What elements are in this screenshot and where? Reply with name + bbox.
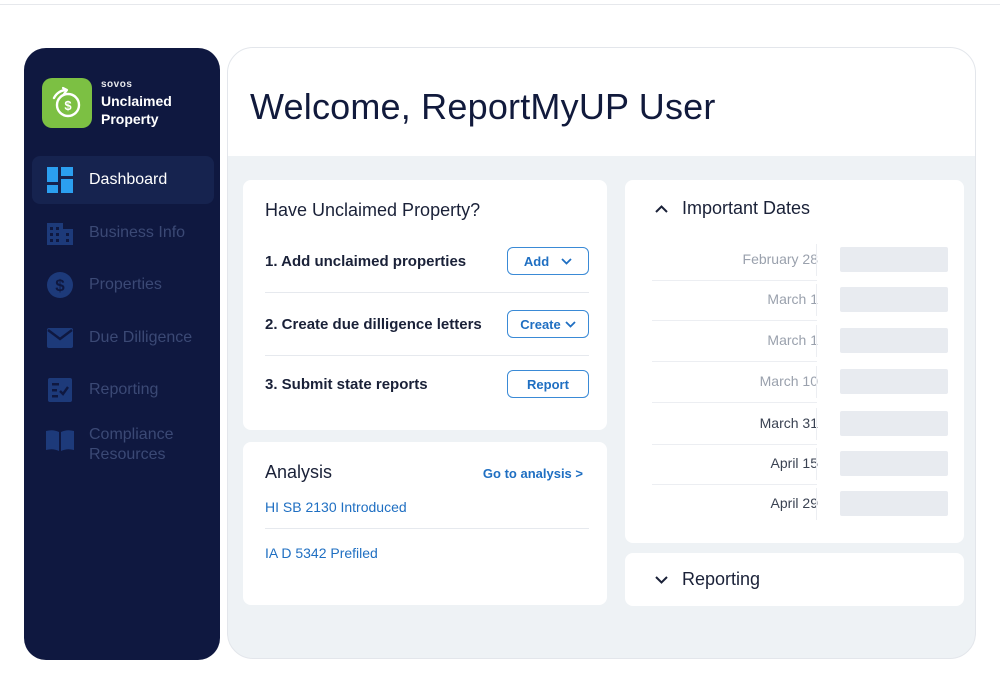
book-icon [46, 426, 74, 454]
card-title: Important Dates [682, 198, 811, 218]
date-separator [816, 244, 817, 276]
create-button[interactable]: Create [507, 310, 589, 338]
date-text: April 29 [770, 495, 818, 511]
step-add-properties: 1. Add unclaimed properties Add [265, 230, 589, 292]
sidebar: $ sovos Unclaimed Property Dashboard Bus… [24, 48, 220, 660]
date-row: March 1 [652, 321, 948, 362]
sidebar-item-compliance-resources[interactable]: Compliance Resources [32, 419, 214, 481]
reporting-card: Reporting [625, 553, 964, 606]
date-separator [816, 408, 817, 440]
analysis-link[interactable]: HI SB 2130 Introduced [265, 499, 407, 515]
date-text: March 1 [767, 291, 818, 307]
brand-company: sovos [101, 78, 133, 90]
important-dates-toggle[interactable]: Important Dates [655, 198, 810, 219]
sidebar-item-business-info[interactable]: Business Info [32, 209, 214, 257]
create-button-label: Create [520, 316, 561, 332]
date-row: March 31 [652, 404, 948, 445]
date-placeholder-bar [840, 411, 948, 436]
date-row: April 15 [652, 444, 948, 485]
svg-text:$: $ [55, 276, 65, 295]
card-title: Reporting [682, 569, 761, 589]
brand-product: Unclaimed Property [101, 92, 172, 127]
divider [265, 528, 589, 529]
step-create-letters: 2. Create due dilligence letters Create [265, 293, 589, 355]
svg-text:$: $ [64, 98, 72, 113]
date-row: March 10 [652, 362, 948, 403]
unclaimed-property-logo-icon: $ [42, 78, 92, 128]
step-label: 3. Submit state reports [265, 375, 428, 393]
sidebar-item-properties[interactable]: $ Properties [32, 261, 214, 309]
chevron-up-icon [655, 204, 668, 213]
step-submit-reports: 3. Submit state reports Report [265, 353, 589, 415]
date-text: March 31 [759, 415, 818, 431]
date-text: February 28 [742, 251, 818, 267]
main-header: Welcome, ReportMyUP User [228, 48, 975, 156]
step-label: 2. Create due dilligence letters [265, 315, 482, 333]
report-icon [46, 376, 74, 404]
report-button[interactable]: Report [507, 370, 589, 398]
sidebar-item-label: Reporting [89, 381, 159, 398]
analysis-link[interactable]: IA D 5342 Prefiled [265, 545, 378, 561]
date-separator [816, 284, 817, 316]
dashboard-icon [46, 166, 74, 194]
report-button-label: Report [527, 376, 569, 392]
top-divider [0, 4, 1000, 5]
date-text: March 10 [759, 373, 818, 389]
sidebar-item-due-dilligence[interactable]: Due Dilligence [32, 314, 214, 362]
brand: $ sovos Unclaimed Property [42, 78, 201, 128]
main-panel: Welcome, ReportMyUP User Have Unclaimed … [227, 47, 976, 659]
date-text: March 1 [767, 332, 818, 348]
sidebar-item-label: Due Dilligence [89, 328, 193, 346]
sidebar-nav: Dashboard Business Info $ Properties Due… [32, 156, 214, 485]
analysis-card: Analysis Go to analysis > HI SB 2130 Int… [243, 442, 607, 605]
sidebar-item-dashboard[interactable]: Dashboard [32, 156, 214, 204]
sidebar-item-label: Business Info [89, 223, 186, 241]
date-text: April 15 [770, 455, 818, 471]
card-title: Analysis [265, 462, 333, 482]
sidebar-item-label: Compliance Resources [89, 425, 174, 463]
chevron-down-icon [565, 320, 576, 328]
sidebar-item-label: Properties [89, 276, 162, 293]
date-row: February 28 [652, 240, 948, 281]
chevron-down-icon [655, 575, 668, 584]
important-dates-card: Important Dates February 28 March 1 Marc… [625, 180, 964, 543]
date-placeholder-bar [840, 287, 948, 312]
date-placeholder-bar [840, 369, 948, 394]
envelope-icon [46, 324, 74, 352]
date-separator [816, 325, 817, 357]
reporting-toggle[interactable]: Reporting [655, 569, 760, 590]
chevron-down-icon [561, 257, 572, 265]
date-row: March 1 [652, 280, 948, 321]
date-row: April 29 [652, 484, 948, 525]
date-placeholder-bar [840, 328, 948, 353]
dollar-icon: $ [46, 271, 74, 299]
sidebar-item-label: Dashboard [89, 171, 168, 188]
page-title: Welcome, ReportMyUP User [250, 86, 716, 127]
building-icon [46, 219, 74, 247]
date-separator [816, 366, 817, 398]
date-divider [652, 402, 817, 403]
date-placeholder-bar [840, 451, 948, 476]
add-button[interactable]: Add [507, 247, 589, 275]
sidebar-item-reporting[interactable]: Reporting [32, 366, 214, 414]
card-title: Have Unclaimed Property? [265, 200, 481, 220]
step-label: 1. Add unclaimed properties [265, 252, 467, 270]
go-to-analysis-link[interactable]: Go to analysis > [483, 466, 583, 481]
date-placeholder-bar [840, 491, 948, 516]
date-placeholder-bar [840, 247, 948, 272]
add-button-label: Add [523, 253, 550, 269]
date-separator [816, 488, 817, 520]
date-separator [816, 448, 817, 480]
unclaimed-property-card: Have Unclaimed Property? 1. Add unclaime… [243, 180, 607, 430]
